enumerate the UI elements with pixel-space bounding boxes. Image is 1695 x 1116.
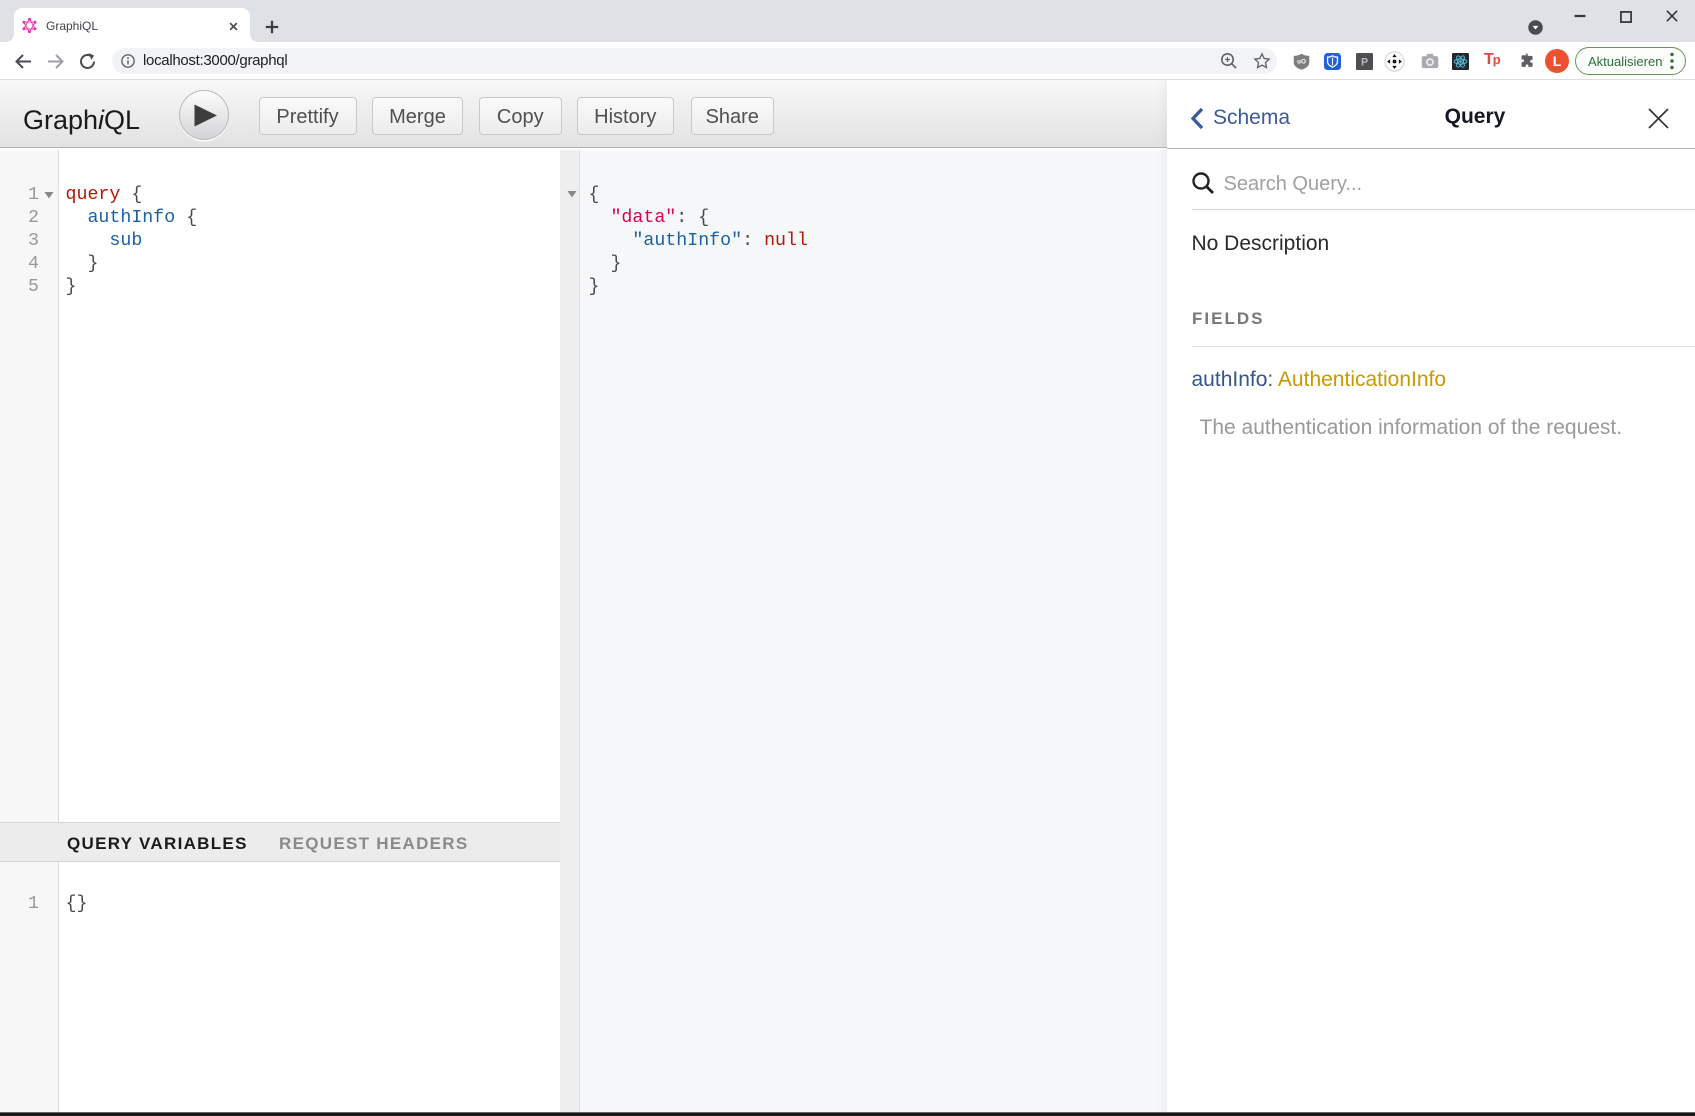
svg-text:uO: uO (1297, 58, 1306, 65)
svg-text:P: P (1361, 56, 1368, 68)
